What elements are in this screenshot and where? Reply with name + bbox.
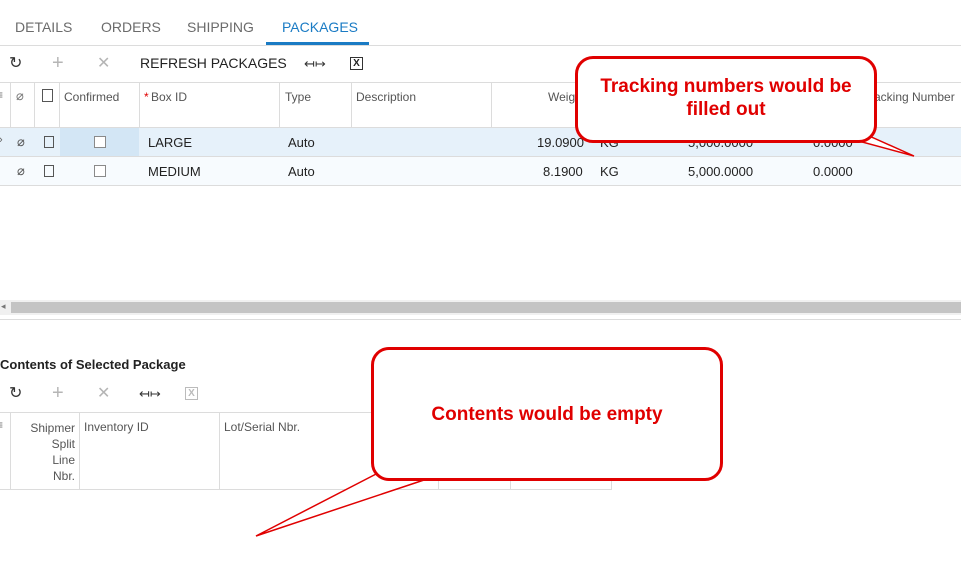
contents-callout-text: Contents would be empty xyxy=(431,404,663,425)
contents-callout: Contents would be empty xyxy=(371,347,723,481)
tracking-callout-text: Tracking numbers would be filled out xyxy=(600,76,852,120)
contents-callout-pointer xyxy=(255,471,431,537)
tracking-callout: Tracking numbers would be filled out xyxy=(575,56,877,143)
